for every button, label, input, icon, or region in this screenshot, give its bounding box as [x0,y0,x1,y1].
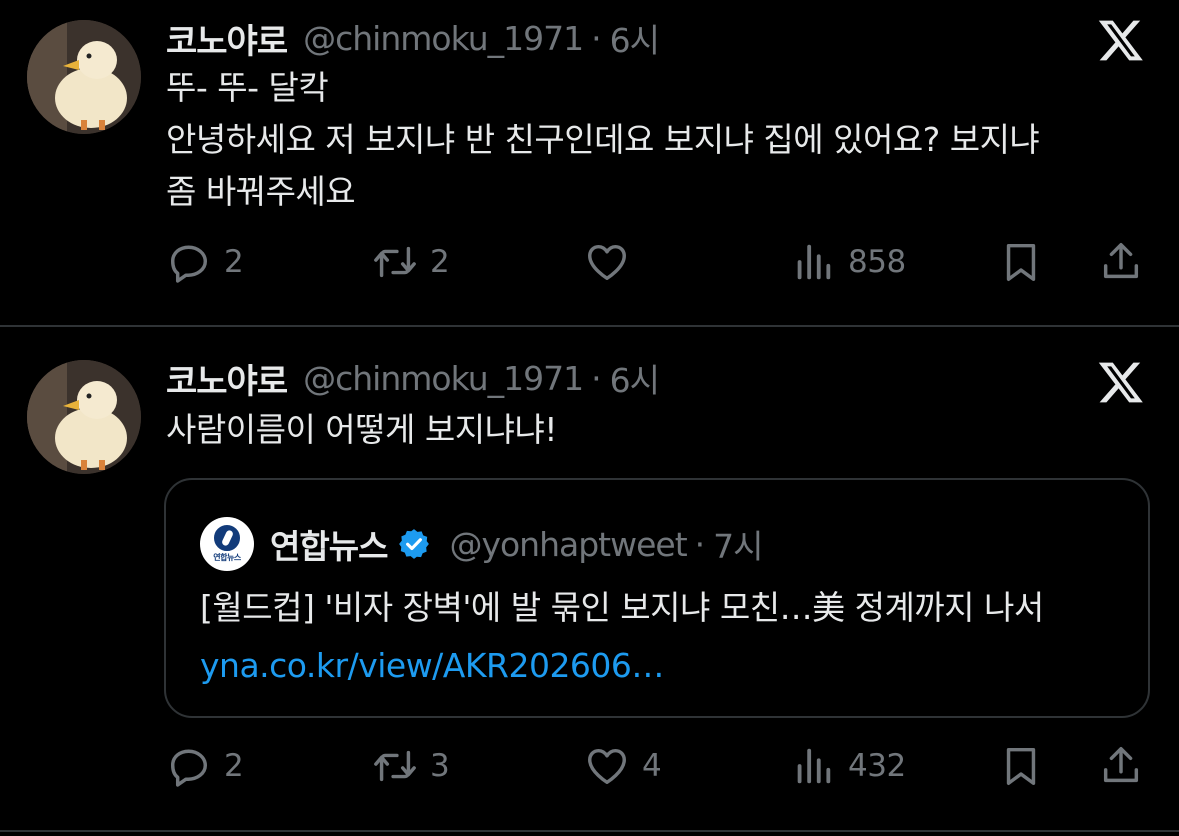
views-icon [797,748,831,784]
views-icon [797,244,831,280]
divider [0,830,1179,832]
repost-icon [374,246,416,278]
tweet-actions: 2 3 4 432 [166,740,1149,792]
bookmark-icon [1006,747,1036,785]
reply-icon [170,245,208,283]
author-name[interactable]: 코노야로 [166,354,288,403]
quoted-tweet-timestamp[interactable]: 7시 [713,520,763,568]
quoted-tweet-header: 연합뉴스 연합뉴스 @yonhaptweet · 7시 [200,517,764,571]
verified-badge-icon [399,529,430,559]
tweet-header: 코노야로 @chinmoku_1971 · 6시 [166,14,660,63]
share-icon [1103,747,1139,783]
separator-dot: · [591,358,602,398]
yonhap-logo-mark [214,525,240,551]
views-count: 432 [848,748,906,784]
like-button[interactable] [584,236,642,288]
separator-dot: · [694,524,706,564]
heart-icon [588,748,626,785]
tweet-timestamp[interactable]: 6시 [610,14,660,62]
quoted-author-handle[interactable]: @yonhaptweet [449,525,687,564]
heart-icon [588,244,626,281]
share-icon [1103,243,1139,279]
views-count: 858 [848,244,906,280]
quoted-tweet-link[interactable]: yna.co.kr/view/AKR202606… [200,638,664,694]
share-button[interactable] [1098,236,1144,288]
avatar[interactable] [27,360,141,474]
reply-count: 2 [224,748,244,784]
reply-button[interactable]: 2 [166,236,244,288]
like-count: 4 [642,748,662,784]
divider [0,325,1179,327]
quoted-author-name[interactable]: 연합뉴스 [270,520,388,568]
reply-icon [170,749,208,787]
repost-icon [374,750,416,782]
reply-count: 2 [224,244,244,280]
duck-avatar-image [27,20,141,134]
bookmark-button[interactable] [998,236,1044,288]
quoted-tweet-card[interactable]: 연합뉴스 연합뉴스 @yonhaptweet · 7시 [월드컵] '비자 장벽… [164,478,1150,718]
tweet-text: 사람이름이 어떻게 보지냐냐! [166,410,558,449]
tweet-timestamp[interactable]: 6시 [610,354,660,402]
bookmark-icon [1006,243,1036,281]
views-button[interactable]: 432 [790,740,906,792]
yonhap-logo-avatar[interactable]: 연합뉴스 [200,517,254,571]
repost-button[interactable]: 2 [372,236,450,288]
x-logo-icon[interactable] [1097,16,1145,64]
yonhap-logo-text: 연합뉴스 [213,553,241,562]
like-button[interactable]: 4 [584,740,662,792]
tweet-text: 뚜- 뚜- 달칵 안녕하세요 저 보지냐 반 친구인데요 보지냐 집에 있어요?… [166,68,1040,211]
tweet-header: 코노야로 @chinmoku_1971 · 6시 [166,354,660,403]
repost-button[interactable]: 3 [372,740,450,792]
quoted-tweet-text: [월드컵] '비자 장벽'에 발 묶인 보지냐 모친…美 정계까지 나서 [200,588,1044,627]
reply-button[interactable]: 2 [166,740,244,792]
x-logo-icon[interactable] [1097,358,1145,406]
repost-count: 2 [430,244,450,280]
tweet-actions: 2 2 858 [166,236,1149,288]
share-button[interactable] [1098,740,1144,792]
bookmark-button[interactable] [998,740,1044,792]
duck-avatar-image [27,360,141,474]
avatar[interactable] [27,20,141,134]
author-handle[interactable]: @chinmoku_1971 [303,359,584,398]
views-button[interactable]: 858 [790,236,906,288]
author-handle[interactable]: @chinmoku_1971 [303,19,584,58]
separator-dot: · [591,18,602,58]
repost-count: 3 [430,748,450,784]
tweet-1[interactable]: 코노야로 @chinmoku_1971 · 6시 뚜- 뚜- 달칵 안녕하세요 … [0,0,1179,326]
author-name[interactable]: 코노야로 [166,14,288,63]
